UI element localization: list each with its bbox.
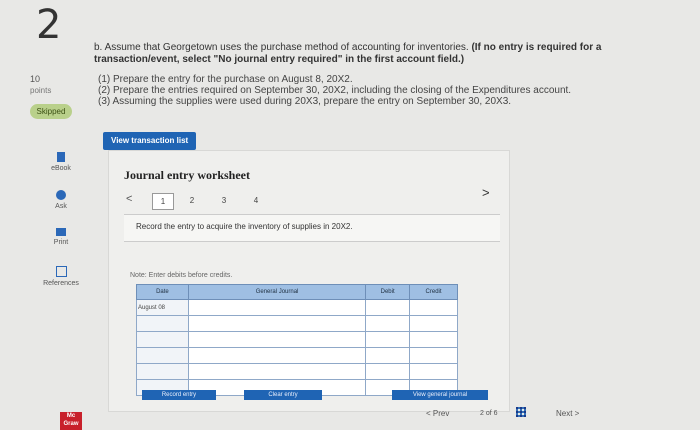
record-entry-button[interactable]: Record entry [142,390,216,400]
debit-cell[interactable] [365,315,411,332]
credit-cell[interactable] [409,363,458,380]
account-cell[interactable] [187,363,367,380]
account-cell[interactable] [187,315,367,332]
worksheet-page-3[interactable]: 3 [214,193,234,208]
print-icon [56,228,66,236]
prev-button[interactable]: < Prev [426,409,449,418]
references-icon [55,266,67,277]
page-indicator: 2 of 6 [480,410,498,417]
next-button[interactable]: Next > [556,409,579,418]
debit-cell[interactable] [365,347,411,364]
ask-tool[interactable]: Ask [31,190,91,210]
table-row [136,315,458,332]
debit-cell[interactable] [365,299,411,316]
clear-entry-button[interactable]: Clear entry [244,390,322,400]
grid-icon[interactable] [516,407,526,417]
question-number: 2 [36,2,62,48]
print-tool[interactable]: Print [31,228,91,246]
requirement-item: (3) Assuming the supplies were used duri… [98,96,512,107]
worksheet-next-button[interactable]: > [482,185,490,200]
debit-cell[interactable] [365,331,411,348]
instructions: b. Assume that Georgetown uses the purch… [94,42,684,66]
table-row [136,347,458,364]
requirements-list: (1) Prepare the entry for the purchase o… [98,74,618,107]
table-row [136,363,458,380]
account-cell[interactable] [187,331,367,348]
date-cell [136,363,189,380]
worksheet-prev-button[interactable]: < [126,193,132,205]
ask-label: Ask [55,203,67,210]
references-tool[interactable]: References [31,266,91,287]
task-text: Record the entry to acquire the inventor… [136,222,353,231]
instructions-part: b. Assume that Georgetown uses the purch… [94,42,472,53]
credit-cell[interactable] [409,299,458,316]
table-row [136,331,458,348]
account-cell[interactable] [187,299,367,316]
account-cell[interactable] [187,347,367,364]
ebook-label: eBook [51,165,71,172]
date-cell [136,331,189,348]
column-header-date: Date [136,284,189,300]
worksheet-page-1[interactable]: 1 [152,193,174,210]
worksheet-page-2[interactable]: 2 [182,193,202,208]
credit-cell[interactable] [409,347,458,364]
mcgraw-logo: Mc Graw [60,412,82,430]
table-row: August 08 [136,299,458,316]
column-header-debit: Debit [365,284,411,300]
date-cell[interactable]: August 08 [136,299,189,316]
ask-icon [56,190,66,200]
references-label: References [43,280,79,287]
print-label: Print [53,239,69,246]
view-transaction-list-button[interactable]: View transaction list [103,132,197,150]
status-badge: Skipped [30,104,72,119]
credit-cell[interactable] [409,315,458,332]
debit-cell[interactable] [365,363,411,380]
requirement-item: (2) Prepare the entries required on Sept… [98,85,572,96]
date-cell [136,347,189,364]
worksheet-title: Journal entry worksheet [124,168,250,182]
points-label: points [30,86,52,95]
note-text: Note: Enter debits before credits. [130,272,233,279]
points-value: 10 [30,74,41,84]
column-header-credit: Credit [409,284,458,300]
date-cell [136,315,189,332]
journal-table: Date General Journal Debit Credit August… [136,284,458,396]
column-header-general-journal: General Journal [187,284,367,300]
credit-cell[interactable] [409,331,458,348]
ebook-tool[interactable]: eBook [31,152,91,172]
view-general-journal-button[interactable]: View general journal [392,390,488,400]
ebook-icon [57,152,65,162]
worksheet-page-4[interactable]: 4 [246,193,266,208]
requirement-item: (1) Prepare the entry for the purchase o… [98,74,353,85]
